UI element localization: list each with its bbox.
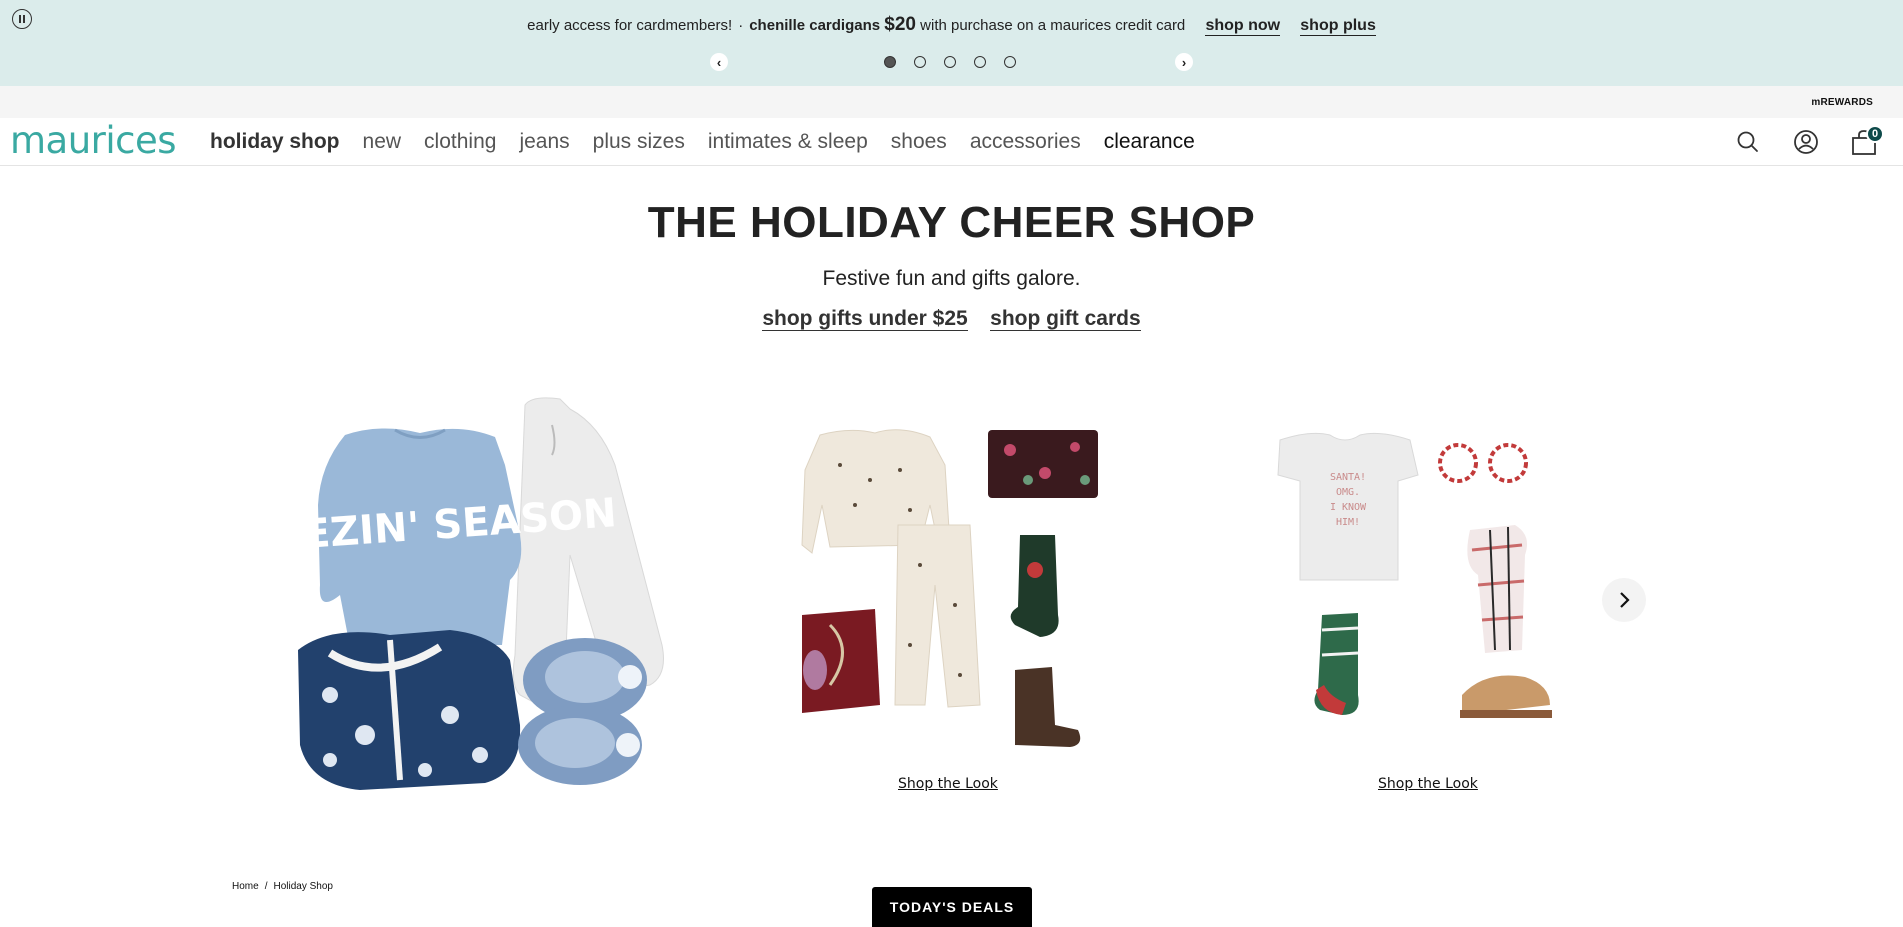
nav-item-accessories[interactable]: accessories [970,130,1081,154]
breadcrumb-separator: / [264,881,268,892]
promo-dot-5[interactable] [1004,56,1016,68]
utility-bar: mREWARDS [0,86,1903,118]
look-2-image [801,429,1098,747]
hero-links: shop gifts under $25 shop gift cards [0,307,1903,331]
tee-text-line-4: HIM! [1336,517,1360,528]
nav-item-intimates-sleep[interactable]: intimates & sleep [708,130,868,154]
promo-pagination [884,56,1016,68]
nav-item-clearance[interactable]: clearance [1104,130,1195,154]
todays-deals-button[interactable]: TODAY'S DEALS [872,887,1032,927]
shop-now-link[interactable]: shop now [1205,17,1281,36]
promo-banner: early access for cardmembers! · chenille c… [0,0,1903,86]
account-icon[interactable] [1792,128,1820,156]
look-card-1[interactable]: FREEZIN' SEASON [216,385,690,805]
promo-message: early access for cardmembers! · chenille c… [0,14,1903,36]
shop-the-look-link-2[interactable]: Shop the Look [898,776,998,792]
promo-tail: with purchase on a maurices credit card [920,17,1186,34]
breadcrumb: Home / Holiday Shop [232,881,333,892]
carousel-next-icon[interactable] [1602,578,1646,622]
nav-item-plus-sizes[interactable]: plus sizes [593,130,685,154]
shop-gifts-under-25-link[interactable]: shop gifts under $25 [762,307,968,331]
promo-product: chenille cardigans [749,17,881,34]
promo-separator: · [738,17,744,34]
search-icon[interactable] [1734,128,1762,156]
look-1-image: FREEZIN' SEASON [216,397,664,790]
tee-text-line-3: I KNOW [1330,502,1367,513]
breadcrumb-current: Holiday Shop [273,881,333,892]
promo-next-icon[interactable]: › [1175,53,1193,71]
promo-price: $20 [884,14,916,35]
page-title: THE HOLIDAY CHEER SHOP [647,198,1256,247]
nav-item-clothing[interactable]: clothing [424,130,496,154]
maurices-logo[interactable]: maurices [10,122,177,159]
shop-plus-link[interactable]: shop plus [1300,17,1376,36]
page-subtitle: Festive fun and gifts galore. [822,267,1081,290]
mrewards-link[interactable]: mREWARDS [1811,97,1873,108]
nav-item-holiday-shop[interactable]: holiday shop [210,130,340,154]
shop-the-look-link-3[interactable]: Shop the Look [1378,776,1478,792]
promo-dot-4[interactable] [974,56,986,68]
shopping-bag-icon[interactable]: 0 [1850,125,1884,156]
cart-count-badge: 0 [1866,125,1884,143]
promo-dot-1[interactable] [884,56,896,68]
promo-dot-2[interactable] [914,56,926,68]
nav-item-shoes[interactable]: shoes [891,130,947,154]
breadcrumb-home[interactable]: Home [232,881,259,892]
promo-prev-icon[interactable]: ‹ [710,53,728,71]
nav-item-new[interactable]: new [363,130,402,154]
look-3-image: SANTA! OMG. I KNOW HIM! [1277,432,1552,718]
promo-dot-3[interactable] [944,56,956,68]
shop-gift-cards-link[interactable]: shop gift cards [990,307,1141,331]
look-card-2[interactable]: Shop the Look [770,385,1190,805]
nav-item-jeans[interactable]: jeans [519,130,569,154]
nav-links: holiday shop new clothing jeans plus siz… [210,130,1218,154]
promo-lead: early access for cardmembers! [527,17,733,34]
tee-text-line-1: SANTA! [1330,472,1366,483]
tee-text-line-2: OMG. [1336,487,1360,498]
main-nav: maurices holiday shop new clothing jeans… [0,118,1903,166]
